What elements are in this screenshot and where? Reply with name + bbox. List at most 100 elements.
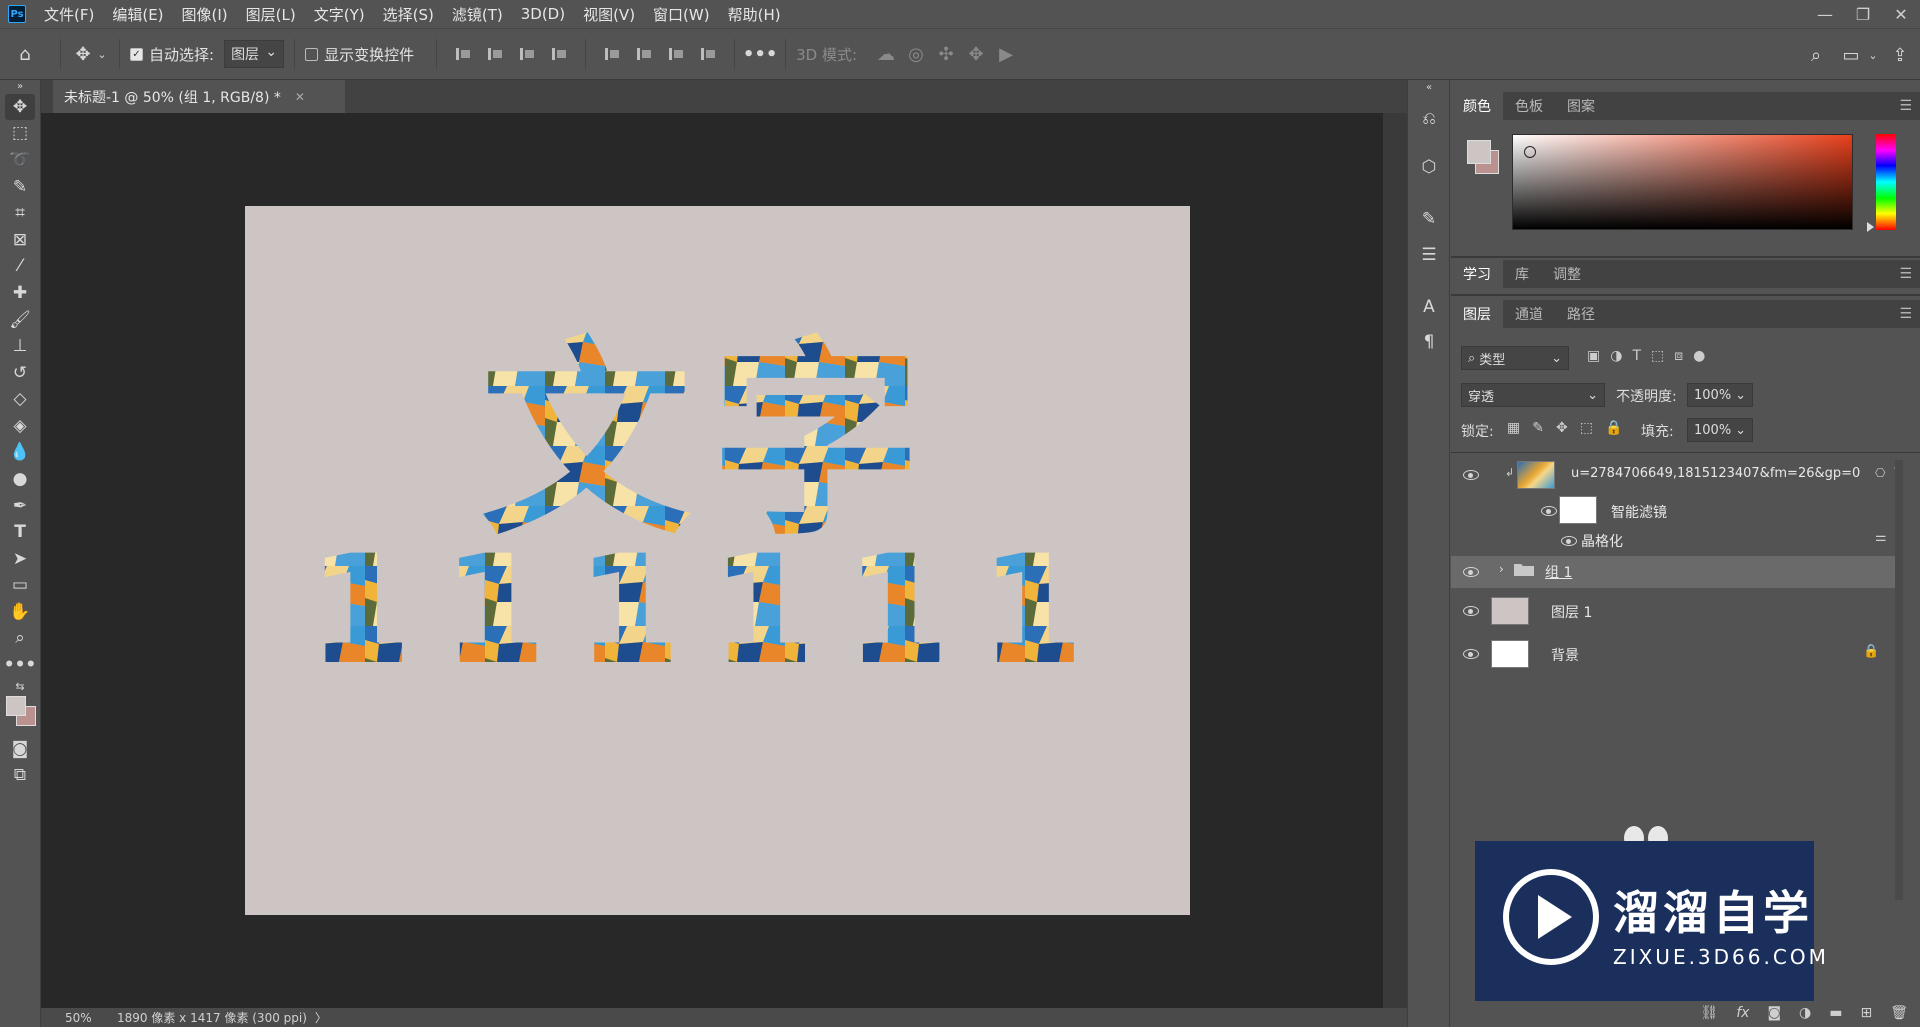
- layer-name[interactable]: 智能滤镜: [1611, 502, 1667, 522]
- workspace-icon[interactable]: ▭: [1836, 45, 1866, 66]
- 3d-roll-icon[interactable]: ◎: [901, 44, 931, 65]
- new-group-icon[interactable]: ▬: [1829, 1005, 1842, 1021]
- document-canvas[interactable]: 文字 111111: [245, 206, 1190, 915]
- zoom-level[interactable]: 50%: [65, 1011, 113, 1025]
- blend-mode-dropdown[interactable]: 穿透 ⌄: [1461, 383, 1605, 407]
- panel-menu-icon[interactable]: ☰: [1899, 266, 1912, 282]
- panel-menu-icon[interactable]: ☰: [1899, 306, 1912, 322]
- tab-libraries[interactable]: 库: [1503, 260, 1541, 288]
- distribute-h-icon[interactable]: [550, 45, 568, 63]
- filter-shape-icon[interactable]: ⬚: [1651, 348, 1664, 364]
- add-mask-icon[interactable]: ◙: [1767, 1005, 1781, 1021]
- zoom-tool-icon[interactable]: ⌕: [5, 625, 35, 651]
- path-select-icon[interactable]: ➤: [5, 546, 35, 572]
- panel-menu-icon[interactable]: ☰: [1899, 98, 1912, 114]
- menu-view[interactable]: 视图(V): [583, 4, 635, 25]
- healing-brush-icon[interactable]: ✚: [5, 280, 35, 306]
- menu-image[interactable]: 图像(I): [182, 4, 228, 25]
- crop-tool-icon[interactable]: ⌗: [5, 200, 35, 226]
- blur-tool-icon[interactable]: 💧: [5, 439, 35, 465]
- tab-swatches[interactable]: 色板: [1503, 92, 1555, 120]
- menu-window[interactable]: 窗口(W): [653, 4, 710, 25]
- new-layer-icon[interactable]: ⊞: [1860, 1005, 1872, 1021]
- lock-all-icon[interactable]: 🔒: [1605, 420, 1622, 436]
- menu-file[interactable]: 文件(F): [44, 4, 94, 25]
- align-top-icon[interactable]: [603, 45, 621, 63]
- dodge-tool-icon[interactable]: ●: [5, 466, 35, 492]
- vertical-scrollbar[interactable]: [1383, 113, 1407, 1008]
- visibility-eye-icon[interactable]: [1463, 649, 1479, 659]
- document-tab[interactable]: 未标题-1 @ 50% (组 1, RGB/8) * ✕: [53, 80, 345, 113]
- filter-options-icon[interactable]: ⚌: [1875, 530, 1887, 545]
- adjustment-layer-icon[interactable]: ◑: [1799, 1005, 1811, 1021]
- brush-settings-icon[interactable]: ✎: [1416, 206, 1442, 232]
- 3d-panel-icon[interactable]: ⬡: [1416, 154, 1442, 180]
- paint-bucket-icon[interactable]: ◈: [5, 413, 35, 439]
- align-middle-v-icon[interactable]: [635, 45, 653, 63]
- collapse-icon[interactable]: »: [5, 80, 35, 92]
- visibility-eye-icon[interactable]: [1463, 567, 1479, 577]
- tab-adjustments[interactable]: 调整: [1541, 260, 1593, 288]
- close-icon[interactable]: ✕: [1882, 0, 1920, 28]
- menu-type[interactable]: 文字(Y): [314, 4, 365, 25]
- visibility-eye-icon[interactable]: [1463, 606, 1479, 616]
- character-panel-icon[interactable]: A: [1416, 294, 1442, 320]
- filter-pixel-icon[interactable]: ▣: [1587, 348, 1600, 364]
- 3d-orbit-icon[interactable]: ☁: [871, 44, 901, 65]
- visibility-eye-icon[interactable]: [1541, 506, 1557, 516]
- status-menu-icon[interactable]: 〉: [315, 1009, 327, 1026]
- layer-row[interactable]: ↲ u=2784706649,1815123407&fm=26&gp=0 ⎔ ⌃: [1451, 454, 1901, 496]
- hue-slider-handle[interactable]: [1867, 222, 1874, 232]
- menu-select[interactable]: 选择(S): [383, 4, 434, 25]
- eraser-tool-icon[interactable]: ◇: [5, 386, 35, 412]
- frame-tool-icon[interactable]: ⊠: [5, 227, 35, 253]
- menu-filter[interactable]: 滤镜(T): [452, 4, 503, 25]
- chevron-down-icon[interactable]: ⌄: [95, 48, 109, 61]
- menu-edit[interactable]: 编辑(E): [112, 4, 163, 25]
- chevron-down-icon[interactable]: ⌄: [1866, 49, 1880, 62]
- properties-panel-icon[interactable]: ☰: [1416, 242, 1442, 268]
- more-tools-icon[interactable]: •••: [4, 652, 37, 678]
- foreground-color-swatch[interactable]: [6, 696, 26, 716]
- search-icon[interactable]: ⌕: [1796, 45, 1836, 66]
- layer-row-selected[interactable]: › 组 1: [1451, 556, 1895, 588]
- lock-pixels-icon[interactable]: ✎: [1532, 420, 1544, 436]
- marquee-tool-icon[interactable]: ⬚: [5, 120, 35, 146]
- layers-scrollbar[interactable]: [1895, 460, 1903, 900]
- home-icon[interactable]: ⌂: [0, 44, 50, 65]
- visibility-eye-icon[interactable]: [1463, 470, 1479, 480]
- layer-style-icon[interactable]: fx: [1736, 1005, 1749, 1021]
- filter-smart-icon[interactable]: ⧈: [1674, 348, 1683, 364]
- layer-name[interactable]: u=2784706649,1815123407&fm=26&gp=0: [1571, 466, 1860, 481]
- menu-layer[interactable]: 图层(L): [246, 4, 296, 25]
- swap-colors-icon[interactable]: ⇆: [5, 678, 35, 694]
- color-picker-ring[interactable]: [1524, 146, 1536, 158]
- layer-row[interactable]: 背景 🔒: [1451, 633, 1895, 675]
- tab-channels[interactable]: 通道: [1503, 300, 1555, 328]
- type-tool-icon[interactable]: T: [5, 519, 35, 545]
- chevron-right-icon[interactable]: ›: [1499, 562, 1504, 576]
- layer-row[interactable]: 图层 1: [1451, 590, 1895, 632]
- fill-input[interactable]: 100% ⌄: [1687, 418, 1753, 442]
- align-center-h-icon[interactable]: [486, 45, 504, 63]
- close-icon[interactable]: ✕: [295, 90, 305, 104]
- menu-3d[interactable]: 3D(D): [521, 5, 565, 23]
- quick-mask-icon[interactable]: ◙: [5, 736, 35, 762]
- visibility-eye-icon[interactable]: [1561, 536, 1577, 546]
- layer-name[interactable]: 组 1: [1545, 562, 1572, 582]
- history-brush-icon[interactable]: ↺: [5, 360, 35, 386]
- lock-artboard-icon[interactable]: ⬚: [1580, 420, 1593, 436]
- minimize-icon[interactable]: —: [1806, 0, 1844, 28]
- collapse-icon[interactable]: «: [1416, 80, 1442, 94]
- show-transform-checkbox[interactable]: [305, 47, 319, 61]
- paragraph-panel-icon[interactable]: ¶: [1416, 329, 1442, 355]
- canvas-area[interactable]: 文字 111111: [41, 113, 1383, 1008]
- 3d-slide-icon[interactable]: ✥: [961, 44, 991, 65]
- history-panel-icon[interactable]: ⎌: [1416, 106, 1442, 132]
- eyedropper-tool-icon[interactable]: ⁄: [5, 253, 35, 279]
- distribute-v-icon[interactable]: [699, 45, 717, 63]
- restore-icon[interactable]: ❐: [1844, 0, 1882, 28]
- 3d-camera-icon[interactable]: ▶: [991, 44, 1021, 65]
- delete-layer-icon[interactable]: 🗑: [1890, 1005, 1908, 1021]
- lock-position-icon[interactable]: ✥: [1556, 420, 1568, 436]
